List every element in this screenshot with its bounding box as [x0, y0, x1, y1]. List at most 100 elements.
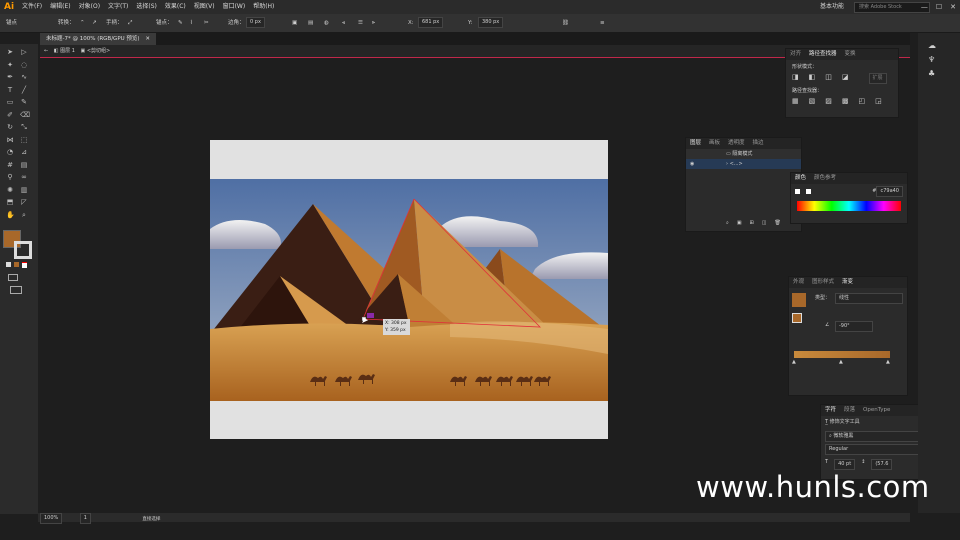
angle-field[interactable]: -90° — [835, 321, 873, 332]
tab-layers[interactable]: 图层 — [690, 138, 701, 149]
gradient-mode-icon[interactable] — [14, 262, 19, 267]
shaper-tool-icon[interactable]: ✐ — [6, 111, 14, 119]
align-left-icon[interactable]: ⫷ — [342, 14, 345, 32]
new-layer-icon[interactable]: ◫ — [762, 220, 767, 226]
convert-corner-icon[interactable]: ⌃ — [80, 14, 85, 32]
shape-builder-tool-icon[interactable]: ◔ — [6, 148, 14, 156]
tab-artboards[interactable]: 画板 — [709, 138, 720, 149]
free-transform-tool-icon[interactable]: ⬚ — [20, 136, 28, 144]
gradient-stroke-swatch[interactable] — [792, 313, 802, 323]
workspace-switcher[interactable]: 基本功能 — [820, 0, 844, 14]
scale-tool-icon[interactable]: ⤡ — [20, 123, 28, 131]
link-icon[interactable]: ⛓ — [562, 14, 569, 32]
symbol-sprayer-tool-icon[interactable]: ✺ — [6, 186, 14, 194]
tab-align[interactable]: 对齐 — [790, 49, 801, 60]
align-right-icon[interactable]: ⫸ — [372, 14, 375, 32]
isolate-icon[interactable]: ▣ — [292, 14, 297, 32]
color-white-swatch[interactable] — [806, 188, 811, 194]
curvature-tool-icon[interactable]: ∿ — [20, 73, 28, 81]
close-icon[interactable]: ✕ — [950, 0, 956, 14]
stock-search-input[interactable]: 搜索 Adobe Stock — [854, 2, 930, 13]
width-tool-icon[interactable]: ⋈ — [6, 136, 14, 144]
menu-item[interactable]: 对象(O) — [79, 0, 100, 14]
gradient-preview-swatch[interactable] — [792, 293, 806, 307]
make-clip-mask-icon[interactable]: ▣ — [737, 220, 742, 226]
trim-icon[interactable]: ▧ — [809, 97, 816, 105]
symbols-icon[interactable]: ♣ — [928, 69, 935, 78]
maximize-icon[interactable]: ☐ — [936, 0, 942, 14]
lasso-tool-icon[interactable]: ◌ — [20, 61, 28, 69]
close-tab-icon[interactable]: ✕ — [145, 36, 150, 42]
type-tool-icon[interactable]: T — [6, 86, 14, 94]
menu-item[interactable]: 窗口(W) — [223, 0, 246, 14]
layer-row-isolation[interactable]: ▭ 隔离模式 — [686, 149, 801, 159]
layer-row-group[interactable]: ◉ › <...> — [686, 159, 801, 169]
slice-tool-icon[interactable]: ◸ — [20, 198, 28, 206]
breadcrumb-layer[interactable]: 图层 1 — [60, 48, 75, 54]
merge-icon[interactable]: ▨ — [825, 97, 832, 105]
y-field[interactable]: 380 px — [478, 17, 504, 28]
eyedropper-tool-icon[interactable]: ⚲ — [6, 173, 14, 181]
artboard-tool-icon[interactable]: ⬒ — [6, 198, 14, 206]
tab-pathfinder[interactable]: 路径查找器 — [809, 49, 837, 60]
align-center-icon[interactable]: ☰ — [358, 14, 363, 32]
intersect-icon[interactable]: ◫ — [825, 73, 832, 84]
minus-back-icon[interactable]: ◲ — [875, 97, 882, 105]
minus-front-icon[interactable]: ◧ — [809, 73, 816, 84]
delete-layer-icon[interactable]: 🗑 — [774, 220, 780, 226]
connect-anchor-icon[interactable]: ⌇ — [190, 14, 193, 32]
menu-item[interactable]: 文件(F) — [22, 0, 42, 14]
gradient-slider[interactable] — [794, 351, 890, 358]
menu-item[interactable]: 文字(T) — [108, 0, 128, 14]
tab-color[interactable]: 颜色 — [795, 173, 806, 184]
breadcrumb-group[interactable]: <剪切组> — [87, 48, 110, 54]
zoom-tool-icon[interactable]: ⌕ — [20, 211, 28, 219]
color-mode-icon[interactable] — [6, 262, 11, 267]
gradient-tool-icon[interactable]: ▤ — [20, 161, 28, 169]
recolor-icon[interactable]: ◍ — [324, 14, 329, 32]
menu-item[interactable]: 效果(C) — [165, 0, 186, 14]
exclude-icon[interactable]: ◪ — [842, 73, 849, 84]
libraries-icon[interactable]: ☁ — [928, 41, 936, 50]
new-sublayer-icon[interactable]: ⊞ — [750, 220, 754, 226]
gradient-stop-left[interactable]: ▲ — [792, 359, 796, 365]
divide-icon[interactable]: ▦ — [792, 97, 799, 105]
stroke-swatch[interactable] — [14, 241, 32, 259]
gradient-stop-right[interactable]: ▲ — [886, 359, 890, 365]
x-field[interactable]: 681 px — [418, 17, 444, 28]
tab-character[interactable]: 字符 — [825, 405, 836, 416]
tab-stroke[interactable]: 描边 — [753, 138, 764, 149]
tab-transparency[interactable]: 透明度 — [728, 138, 745, 149]
convert-smooth-icon[interactable]: ↗ — [92, 14, 97, 32]
hex-field[interactable]: c79a40 — [876, 185, 903, 197]
color-none-swatch[interactable] — [795, 188, 800, 194]
font-size-field[interactable]: 40 pt — [834, 459, 856, 470]
tab-paragraph[interactable]: 段落 — [844, 405, 855, 416]
brushes-icon[interactable]: ♆ — [928, 55, 935, 64]
graph-tool-icon[interactable]: ▥ — [20, 186, 28, 194]
pyramids-artwork[interactable] — [210, 179, 608, 401]
perspective-tool-icon[interactable]: ⊿ — [20, 148, 28, 156]
tab-opentype[interactable]: OpenType — [863, 405, 890, 416]
tab-transform[interactable]: 变换 — [845, 49, 856, 60]
line-tool-icon[interactable]: ╱ — [20, 86, 28, 94]
rotate-tool-icon[interactable]: ↻ — [6, 123, 14, 131]
corner-field[interactable]: 0 px — [246, 17, 265, 28]
none-mode-icon[interactable] — [22, 262, 27, 268]
rectangle-tool-icon[interactable]: ▭ — [6, 98, 14, 106]
tab-gradient[interactable]: 渐变 — [842, 277, 853, 288]
artboard-nav-field[interactable]: 1 — [79, 513, 91, 524]
handle-icon[interactable]: ⤢ — [128, 14, 132, 32]
eraser-tool-icon[interactable]: ⌫ — [20, 111, 30, 119]
cut-path-icon[interactable]: ✂ — [204, 14, 209, 32]
tab-color-guide[interactable]: 颜色参考 — [814, 173, 836, 184]
panel-menu-icon[interactable]: ≡ — [600, 14, 605, 32]
gradient-stop-mid[interactable]: ▲ — [839, 359, 843, 365]
minimize-icon[interactable]: — — [921, 0, 928, 14]
menu-item[interactable]: 编辑(E) — [50, 0, 70, 14]
back-arrow-icon[interactable]: ← — [44, 48, 48, 54]
outline-icon[interactable]: ◰ — [859, 97, 866, 105]
unite-icon[interactable]: ◨ — [792, 73, 799, 84]
visibility-eye-icon[interactable]: ◉ — [690, 161, 694, 167]
crop-icon[interactable]: ▩ — [842, 97, 849, 105]
